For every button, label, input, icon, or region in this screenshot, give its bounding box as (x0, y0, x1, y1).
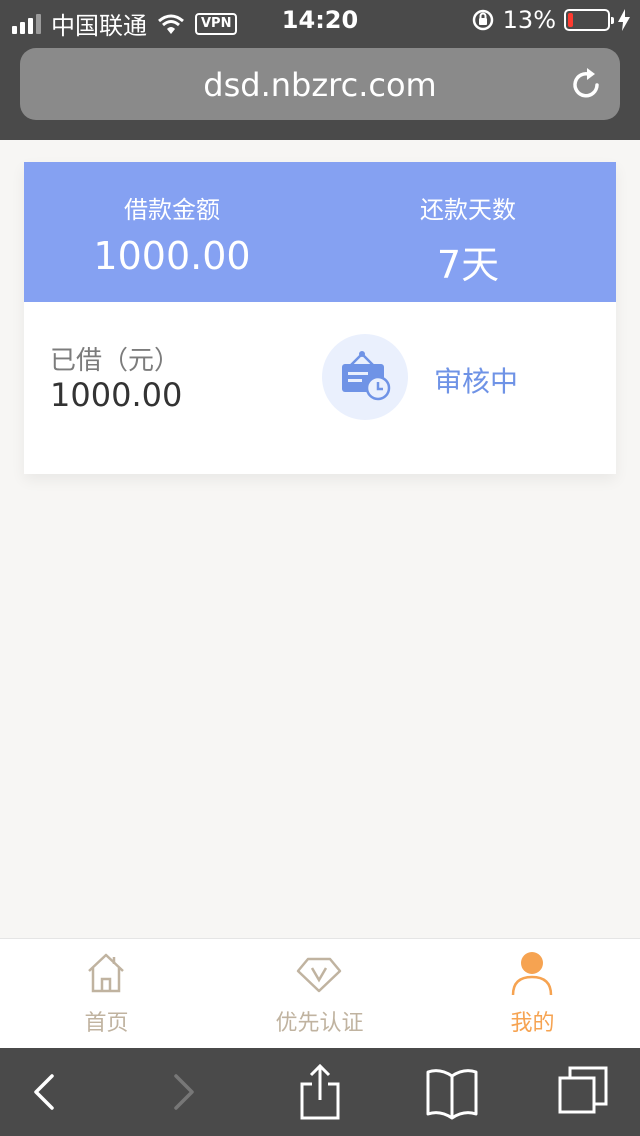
tab-home[interactable]: 首页 (0, 939, 213, 1049)
repay-days-label: 还款天数 (420, 196, 516, 224)
home-icon (88, 953, 124, 993)
borrowed-value: 1000.00 (50, 376, 183, 414)
loan-amount-label: 借款金额 (124, 196, 220, 224)
review-status-icon-wrap (322, 334, 408, 420)
browser-toolbar (0, 1048, 640, 1136)
back-icon[interactable] (14, 1062, 74, 1122)
review-board-icon (342, 351, 391, 401)
review-status-text: 审核中 (434, 365, 519, 398)
charging-icon (618, 9, 630, 31)
tab-mine[interactable]: 我的 (426, 939, 639, 1049)
battery-fill (568, 13, 573, 27)
battery-icon (564, 9, 614, 31)
loan-card-header: 借款金额 1000.00 还款天数 7天 (24, 162, 616, 302)
loan-card: 借款金额 1000.00 还款天数 7天 已借（元） 1000.00 审核中 (24, 162, 616, 474)
repay-days-value: 7天 (436, 243, 500, 287)
orientation-lock-icon (472, 9, 493, 31)
loan-amount-block: 借款金额 1000.00 (24, 162, 320, 302)
borrowed-label: 已借（元） (50, 346, 181, 376)
reload-icon[interactable] (568, 66, 604, 102)
share-icon[interactable] (290, 1062, 350, 1122)
tab-mine-label: 我的 (510, 1011, 555, 1036)
tab-home-label: 首页 (84, 1011, 129, 1036)
address-bar[interactable]: dsd.nbzrc.com (20, 48, 620, 120)
vip-diamond-icon (296, 957, 342, 993)
bookmarks-icon[interactable] (422, 1062, 482, 1122)
tab-priority-auth[interactable]: 优先认证 (213, 939, 426, 1049)
tabs-icon[interactable] (554, 1062, 614, 1122)
repay-days-block: 还款天数 7天 (320, 162, 616, 302)
status-bar: 中国联通 VPN 14:20 13% (0, 0, 640, 40)
forward-icon[interactable] (154, 1062, 214, 1122)
tab-priority-auth-label: 优先认证 (275, 1011, 364, 1036)
tab-bar: 首页 优先认证 我的 (0, 938, 640, 1048)
user-icon (511, 952, 553, 996)
url-text: dsd.nbzrc.com (203, 66, 437, 104)
battery-percent: 13% (502, 6, 556, 34)
loan-amount-value: 1000.00 (93, 234, 251, 278)
browser-chrome: 中国联通 VPN 14:20 13% dsd.nbzrc.com (0, 0, 640, 140)
status-right: 13% (471, 6, 630, 34)
